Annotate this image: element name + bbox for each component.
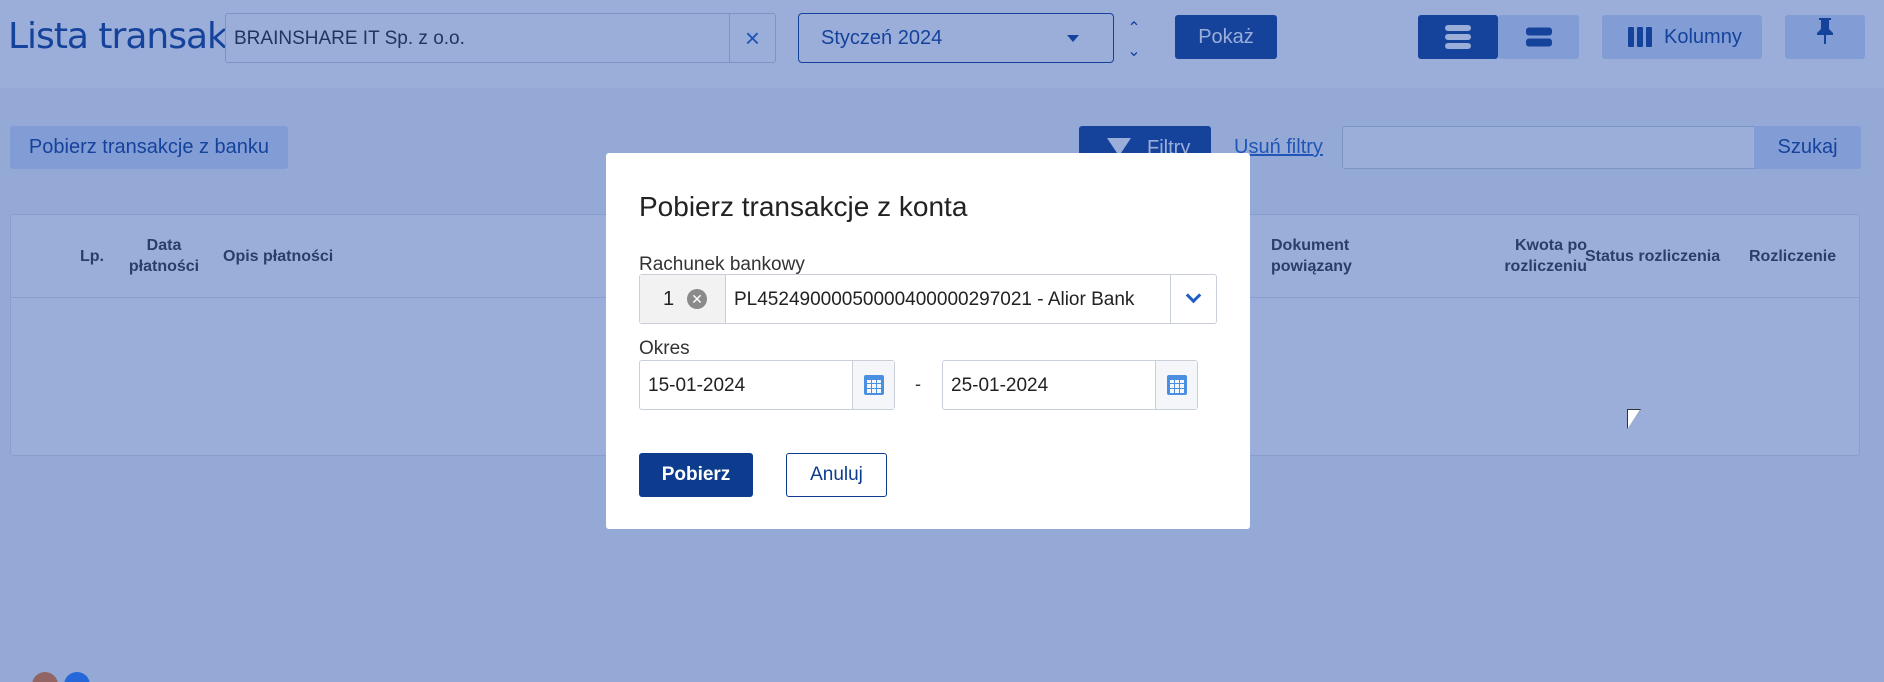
- date-to-field[interactable]: 25-01-2024: [942, 360, 1198, 410]
- cancel-button[interactable]: Anuluj: [786, 453, 887, 497]
- date-to-value: 25-01-2024: [951, 375, 1049, 396]
- dialog-title: Pobierz transakcje z konta: [639, 191, 968, 222]
- date-from-calendar-button[interactable]: [852, 361, 894, 409]
- calendar-icon: [1167, 375, 1187, 395]
- bank-account-select[interactable]: 1 ✕ PL45249000050000400000297021 - Alior…: [639, 274, 1217, 324]
- bank-account-value: PL45249000050000400000297021 - Alior Ban…: [734, 289, 1135, 310]
- account-label: Rachunek bankowy: [639, 254, 805, 275]
- date-to-calendar-button[interactable]: [1155, 361, 1197, 409]
- fetch-button[interactable]: Pobierz: [639, 453, 753, 497]
- selected-count-chip: 1 ✕: [640, 275, 726, 323]
- chevron-down-icon: [1185, 287, 1202, 304]
- selected-count: 1: [663, 288, 675, 310]
- fetch-transactions-dialog: Pobierz transakcje z konta Rachunek bank…: [606, 153, 1250, 529]
- date-from-field[interactable]: 15-01-2024: [639, 360, 895, 410]
- period-label: Okres: [639, 338, 690, 359]
- mouse-cursor-fill: [1628, 410, 1640, 428]
- date-from-value: 15-01-2024: [648, 375, 746, 396]
- calendar-icon: [864, 375, 884, 395]
- account-dropdown-toggle[interactable]: [1170, 275, 1216, 323]
- remove-selection-icon[interactable]: ✕: [687, 289, 707, 309]
- date-range-separator: -: [915, 374, 921, 394]
